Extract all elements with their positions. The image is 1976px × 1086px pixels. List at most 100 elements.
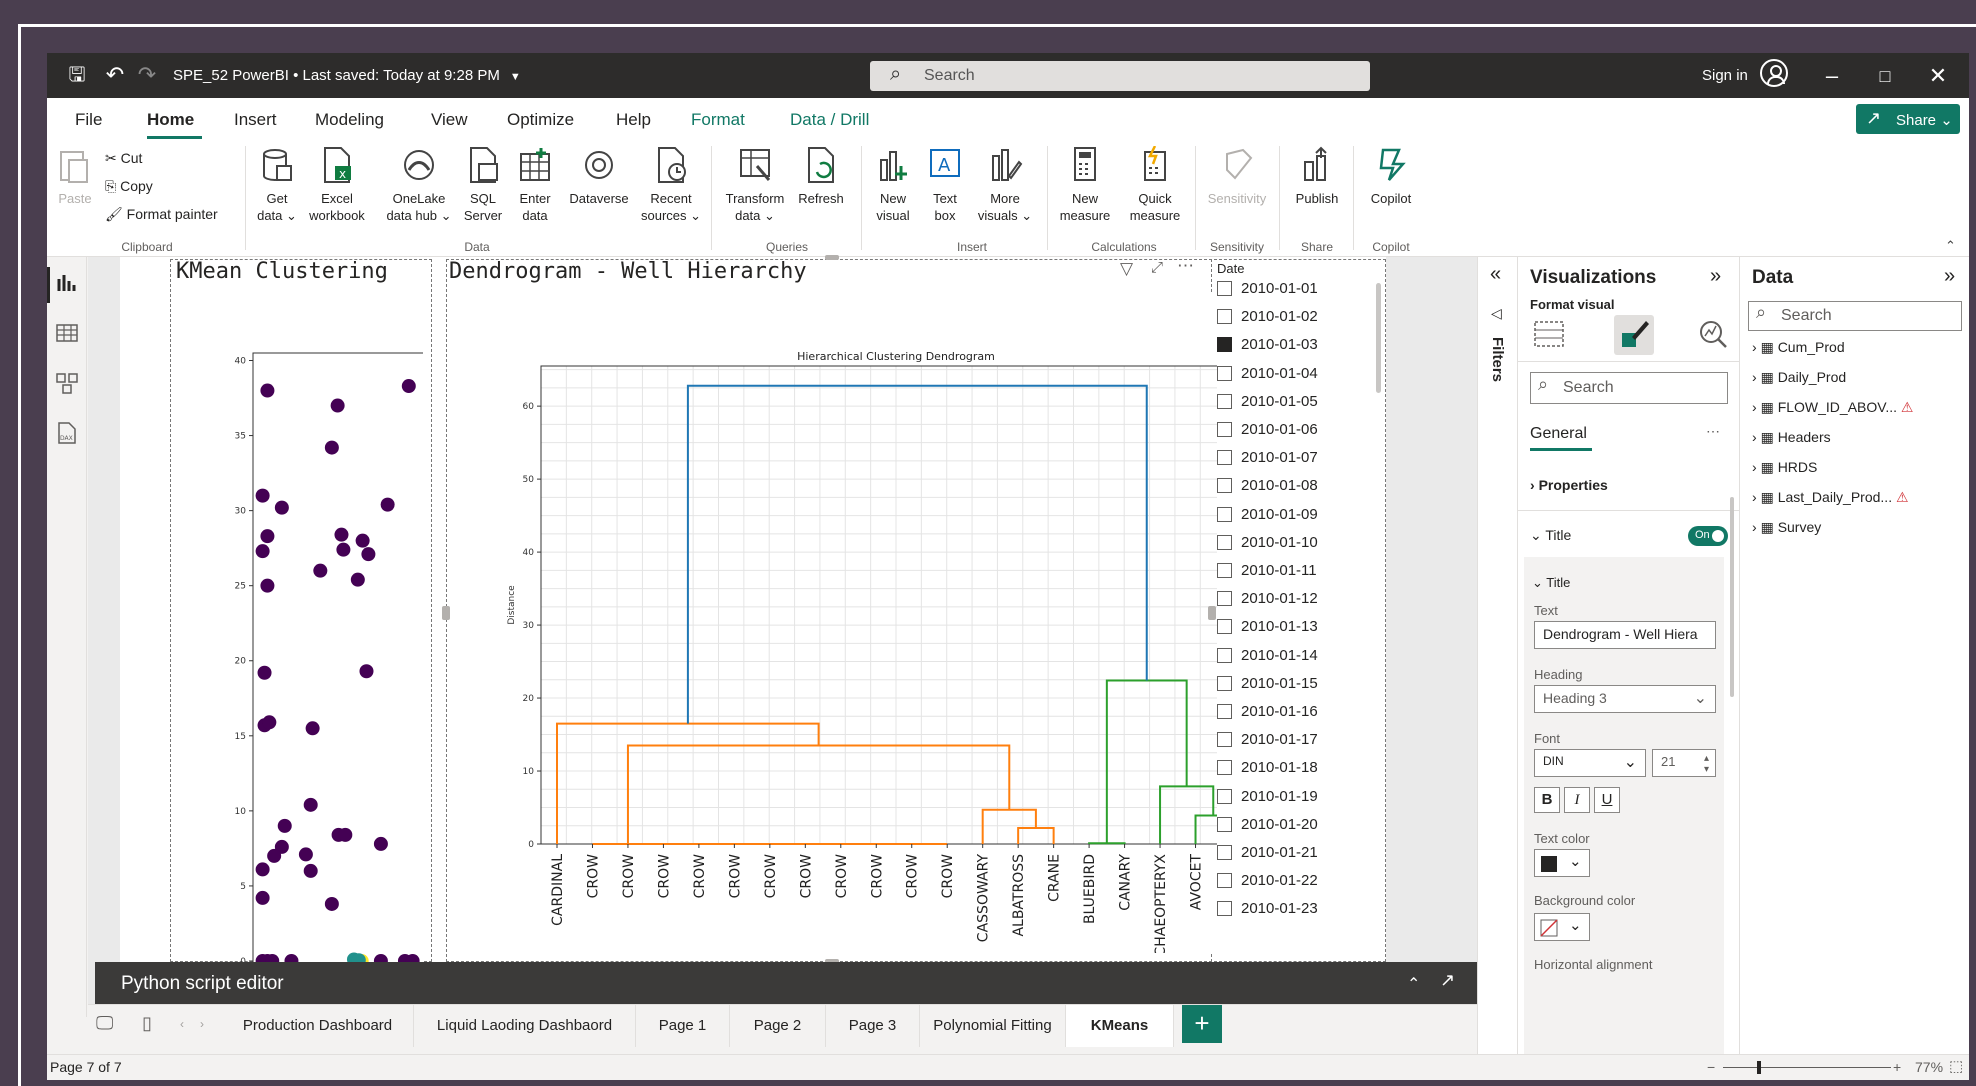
recent-sources-button[interactable]: Recent sources ⌄	[639, 146, 703, 224]
page-tab[interactable]: Production Dashboard	[222, 1005, 414, 1047]
collapse-visualizations-icon[interactable]: »	[1710, 265, 1721, 288]
cut-button[interactable]: ✂ Cut	[105, 150, 142, 167]
properties-section[interactable]: › Properties	[1530, 477, 1608, 493]
filters-pane-collapsed[interactable]: « Filters ◁	[1477, 257, 1517, 1069]
copilot-button[interactable]: Copilot	[1359, 146, 1423, 207]
data-table-item[interactable]: › ▦ Headers	[1752, 429, 1831, 451]
page-tab[interactable]: Liquid Laoding Dashbaord	[414, 1005, 636, 1047]
close-icon[interactable]: ✕	[1918, 61, 1958, 91]
dax-query-view-icon[interactable]: DAX	[55, 421, 79, 445]
tab-general[interactable]: General	[1530, 425, 1587, 443]
background-color-picker[interactable]: ⌄	[1534, 913, 1590, 941]
user-icon[interactable]	[1760, 59, 1788, 87]
dataverse-button[interactable]: Dataverse	[565, 146, 633, 207]
menu-format[interactable]: Format	[691, 110, 745, 130]
more-visuals-button[interactable]: More visuals ⌄	[975, 146, 1035, 224]
add-page-button[interactable]: +	[1182, 1005, 1222, 1043]
sql-server-button[interactable]: SQL Server	[461, 146, 505, 224]
tab-scroll-left-icon[interactable]: ‹	[180, 1017, 184, 1031]
heading-select[interactable]: Heading 3 ⌄	[1534, 685, 1716, 713]
data-table-item[interactable]: › ▦ HRDS	[1752, 459, 1817, 481]
redo-icon[interactable]: ↷	[133, 61, 161, 89]
menu-help[interactable]: Help	[616, 110, 651, 130]
data-table-item[interactable]: › ▦ Survey	[1752, 519, 1821, 541]
chevron-up-icon[interactable]: ⌃	[1407, 974, 1420, 994]
document-title[interactable]: SPE_52 PowerBI • Last saved: Today at 9:…	[173, 67, 521, 84]
collapse-data-icon[interactable]: »	[1944, 265, 1955, 288]
share-button[interactable]: ↗ Share ⌄	[1856, 104, 1960, 134]
zoom-out-icon[interactable]: −	[1707, 1059, 1715, 1075]
fit-to-page-icon[interactable]: ⬚	[1949, 1057, 1963, 1075]
transform-data-button[interactable]: Transform data ⌄	[719, 146, 791, 224]
underline-button[interactable]: U	[1594, 787, 1620, 813]
get-data-button[interactable]: Get data ⌄	[255, 146, 299, 224]
save-icon[interactable]: 🖫	[63, 61, 91, 89]
data-table-item[interactable]: › ▦ FLOW_ID_ABOV... ⚠	[1752, 399, 1913, 421]
maximize-icon[interactable]: □	[1865, 61, 1905, 91]
resize-handle[interactable]	[825, 255, 839, 260]
title-subsection[interactable]: ⌄ Title	[1532, 575, 1570, 591]
zoom-slider-thumb[interactable]	[1757, 1061, 1761, 1074]
analytics-icon[interactable]	[1696, 317, 1730, 351]
tab-scroll-right-icon[interactable]: ›	[200, 1017, 204, 1031]
expand-icon[interactable]: ↗	[1440, 970, 1455, 991]
paste-button[interactable]: Paste	[55, 146, 95, 207]
menu-home[interactable]: Home	[147, 110, 194, 130]
data-table-item[interactable]: › ▦ Last_Daily_Prod... ⚠	[1752, 489, 1909, 511]
format-painter-button[interactable]: 🖌 Format painter	[105, 206, 218, 223]
data-table-item[interactable]: › ▦ Daily_Prod	[1752, 369, 1846, 391]
refresh-button[interactable]: Refresh	[793, 146, 849, 207]
filter-icon[interactable]: ▽	[1120, 259, 1133, 279]
font-family-select[interactable]: DIN ⌄	[1534, 749, 1646, 777]
zoom-slider[interactable]	[1723, 1067, 1891, 1068]
title-text-input[interactable]: Dendrogram - Well Hiera	[1534, 621, 1716, 649]
more-options-icon[interactable]: ⋯	[1706, 423, 1720, 440]
text-box-button[interactable]: A Text box	[921, 146, 969, 224]
sign-in-link[interactable]: Sign in	[1702, 67, 1748, 84]
new-measure-button[interactable]: New measure	[1055, 146, 1115, 224]
new-visual-button[interactable]: New visual	[869, 146, 917, 224]
model-view-icon[interactable]	[55, 371, 79, 395]
excel-workbook-button[interactable]: x Excel workbook	[307, 146, 367, 224]
copy-button[interactable]: ⎘ Copy	[105, 178, 153, 195]
menu-insert[interactable]: Insert	[234, 110, 277, 130]
pane-scrollbar[interactable]	[1730, 497, 1734, 697]
menu-file[interactable]: File	[75, 110, 102, 130]
data-table-item[interactable]: › ▦ Cum_Prod	[1752, 339, 1845, 361]
quick-measure-button[interactable]: Quick measure	[1123, 146, 1187, 224]
data-search-input[interactable]: Search	[1748, 301, 1962, 331]
report-view-icon[interactable]	[55, 271, 79, 295]
menu-modeling[interactable]: Modeling	[315, 110, 384, 130]
build-visual-icon[interactable]	[1532, 317, 1566, 351]
sensitivity-button[interactable]: Sensitivity	[1199, 146, 1275, 207]
bold-button[interactable]: B	[1534, 787, 1560, 813]
page-tab[interactable]: Polynomial Fitting	[920, 1005, 1066, 1047]
desktop-layout-icon[interactable]: 🖵	[96, 1013, 113, 1034]
resize-handle[interactable]	[442, 606, 450, 620]
menu-view[interactable]: View	[431, 110, 468, 130]
publish-button[interactable]: Publish	[1287, 146, 1347, 207]
format-search-input[interactable]: Search	[1530, 372, 1728, 404]
page-tab[interactable]: Page 3	[826, 1005, 920, 1047]
page-tab[interactable]: Page 2	[730, 1005, 826, 1047]
expand-filters-icon[interactable]: «	[1490, 263, 1501, 286]
python-script-editor[interactable]: Python script editor ⌃ ↗ ⚙ ▷	[95, 962, 1533, 1004]
enter-data-button[interactable]: Enter data	[513, 146, 557, 224]
more-options-icon[interactable]: ⋯	[1177, 256, 1194, 276]
italic-button[interactable]: I	[1564, 787, 1590, 813]
title-toggle[interactable]: On	[1688, 526, 1728, 546]
title-section[interactable]: ⌄ Title	[1530, 527, 1571, 544]
table-view-icon[interactable]	[55, 321, 79, 345]
zoom-in-icon[interactable]: +	[1893, 1059, 1901, 1075]
collapse-ribbon-icon[interactable]: ⌃	[1945, 238, 1956, 254]
menu-optimize[interactable]: Optimize	[507, 110, 574, 130]
menu-data-drill[interactable]: Data / Drill	[790, 110, 869, 130]
font-size-stepper[interactable]: 21 ▴ ▾	[1652, 749, 1716, 777]
mobile-layout-icon[interactable]: ▯	[142, 1013, 152, 1034]
text-color-picker[interactable]: ⌄	[1534, 849, 1590, 877]
page-tab-active[interactable]: KMeans	[1066, 1005, 1174, 1047]
minimize-icon[interactable]: –	[1812, 61, 1852, 91]
focus-mode-icon[interactable]: ⤢	[1151, 259, 1163, 276]
page-tab[interactable]: Page 1	[636, 1005, 730, 1047]
top-search-input[interactable]: ⌕ Search	[870, 61, 1370, 91]
